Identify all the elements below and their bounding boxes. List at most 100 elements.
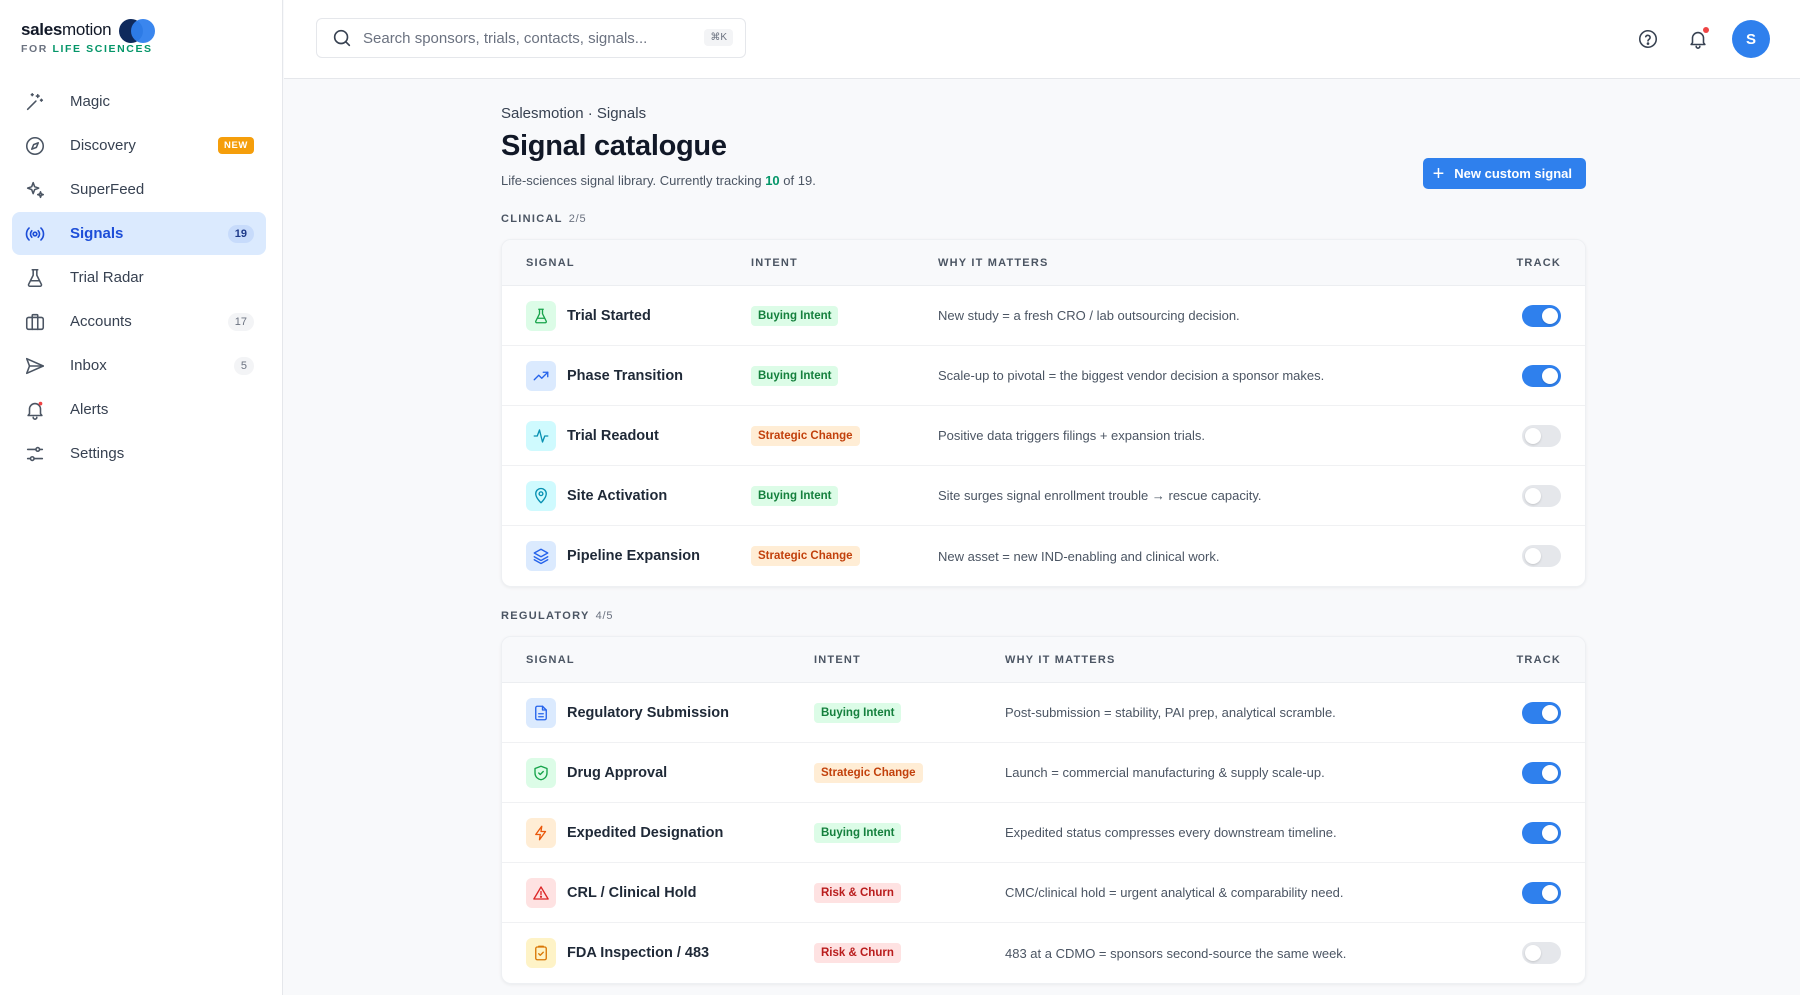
track-toggle[interactable]	[1522, 545, 1561, 567]
count-badge: 17	[227, 312, 254, 331]
section-count: 2/5	[568, 213, 587, 225]
signal-name: CRL / Clinical Hold	[567, 884, 697, 901]
sidebar-item-label: Signals	[70, 225, 124, 242]
table-row[interactable]: Expedited Designation Buying Intent Expe…	[502, 803, 1585, 863]
table-header: SIGNAL INTENT WHY IT MATTERS TRACK	[502, 240, 1585, 286]
column-header-intent: INTENT	[751, 256, 798, 269]
sidebar-item-discovery[interactable]: Discovery NEW	[12, 124, 266, 167]
signal-name: FDA Inspection / 483	[567, 945, 710, 961]
layers-icon	[526, 541, 556, 571]
signal-name: Expedited Designation	[567, 824, 724, 841]
why-text: CMC/clinical hold = urgent analytical & …	[1005, 885, 1344, 900]
top-actions: S	[1618, 19, 1770, 59]
sidebar-item-trial-radar[interactable]: Trial Radar	[12, 256, 266, 299]
signal-name: Phase Transition	[567, 367, 684, 384]
track-toggle[interactable]	[1522, 364, 1561, 387]
intent-badge: Buying Intent	[751, 365, 839, 386]
warning-triangle-icon	[526, 877, 556, 908]
map-pin-icon	[526, 480, 556, 511]
track-toggle[interactable]	[1522, 484, 1561, 507]
search-icon	[333, 29, 351, 47]
sidebar-item-accounts[interactable]: Accounts 17	[12, 300, 266, 343]
table-row[interactable]: Drug Approval Strategic Change Launch = …	[502, 743, 1585, 803]
why-text: Site surges signal enrollment trouble → …	[938, 488, 1262, 503]
sidebar-item-signals[interactable]: Signals 19	[12, 212, 266, 255]
table-row[interactable]: Phase Transition Buying Intent Scale-up …	[502, 346, 1585, 406]
logo-subtitle: FOR LIFE SCIENCES	[21, 43, 153, 55]
intent-badge: Risk & Churn	[814, 882, 901, 903]
signal-name: Drug Approval	[567, 764, 668, 781]
sidebar-item-label: Alerts	[70, 401, 109, 418]
sidebar-item-magic[interactable]: Magic	[12, 80, 266, 123]
sidebar: salesmotion FOR LIFE SCIENCES Magic Disc…	[0, 0, 283, 995]
column-header-track: TRACK	[1516, 653, 1561, 666]
table-row[interactable]: Site Activation Buying Intent Site surge…	[502, 466, 1585, 526]
user-avatar[interactable]: S	[1732, 20, 1770, 58]
column-header-intent: INTENT	[814, 653, 861, 666]
plus-icon: +	[1432, 162, 1445, 185]
bell-alert-icon	[24, 399, 46, 421]
why-text: Expedited status compresses every downst…	[1005, 825, 1337, 840]
column-header-signal: SIGNAL	[526, 256, 575, 269]
logo-mark-icon	[119, 19, 155, 43]
why-text: New asset = new IND-enabling and clinica…	[938, 548, 1220, 564]
track-toggle[interactable]	[1522, 761, 1561, 784]
sidebar-item-label: Accounts	[70, 313, 132, 330]
help-button[interactable]	[1628, 19, 1668, 59]
broadcast-icon	[24, 223, 46, 245]
track-toggle[interactable]	[1522, 881, 1561, 904]
sliders-icon	[24, 443, 46, 465]
tracking-count: 10	[765, 173, 780, 188]
table-row[interactable]: Pipeline Expansion Strategic Change New …	[502, 526, 1585, 586]
track-toggle[interactable]	[1522, 821, 1561, 844]
flask-icon	[24, 267, 46, 289]
table-row[interactable]: Trial Readout Strategic Change Positive …	[502, 406, 1585, 466]
column-header-track: TRACK	[1516, 256, 1561, 269]
sidebar-item-settings[interactable]: Settings	[12, 432, 266, 475]
document-icon	[526, 697, 556, 728]
column-header-why: WHY IT MATTERS	[938, 256, 1049, 269]
sparkle-wand-icon	[24, 91, 46, 113]
search-input[interactable]	[363, 29, 693, 47]
intent-badge: Risk & Churn	[814, 943, 901, 963]
column-header-why: WHY IT MATTERS	[1005, 653, 1116, 666]
briefcase-icon	[24, 311, 46, 333]
track-toggle[interactable]	[1522, 304, 1561, 327]
sidebar-item-inbox[interactable]: Inbox 5	[12, 344, 266, 387]
sidebar-item-alerts[interactable]: Alerts	[12, 388, 266, 431]
signal-name: Trial Started	[567, 307, 651, 324]
search-shortcut-hint: ⌘K	[704, 29, 733, 46]
count-badge: 19	[227, 224, 254, 243]
section-header-regulatory: REGULATORY 4/5	[501, 610, 614, 622]
track-toggle[interactable]	[1522, 424, 1561, 447]
signal-table-regulatory: SIGNAL INTENT WHY IT MATTERS TRACK Regul…	[501, 636, 1586, 984]
track-toggle[interactable]	[1522, 701, 1561, 724]
logo[interactable]: salesmotion FOR LIFE SCIENCES	[21, 19, 155, 55]
main-content: Salesmotion · Signals Signal catalogue L…	[501, 105, 1586, 984]
help-circle-icon	[1638, 29, 1658, 49]
intent-badge: Strategic Change	[751, 546, 860, 566]
sidebar-item-superfeed[interactable]: SuperFeed	[12, 168, 266, 211]
send-icon	[24, 355, 46, 377]
notifications-button[interactable]	[1678, 19, 1718, 59]
column-header-signal: SIGNAL	[526, 653, 575, 666]
search-box[interactable]: ⌘K	[316, 18, 746, 58]
table-row[interactable]: CRL / Clinical Hold Risk & Churn CMC/cli…	[502, 863, 1585, 923]
sidebar-item-label: SuperFeed	[70, 181, 145, 198]
signal-name: Trial Readout	[567, 427, 659, 444]
track-toggle[interactable]	[1522, 942, 1561, 964]
page-title: Signal catalogue	[501, 130, 727, 162]
top-bar: ⌘K S	[284, 0, 1800, 79]
new-badge: NEW	[218, 137, 254, 154]
table-row[interactable]: Trial Started Buying Intent New study = …	[502, 286, 1585, 346]
count-badge: 5	[233, 356, 254, 375]
section-header-clinical: CLINICAL 2/5	[501, 213, 587, 225]
intent-badge: Buying Intent	[814, 822, 902, 843]
table-row[interactable]: Regulatory Submission Buying Intent Post…	[502, 683, 1585, 743]
compass-icon	[24, 135, 46, 157]
signal-name: Regulatory Submission	[567, 704, 729, 721]
table-row[interactable]: FDA Inspection / 483 Risk & Churn 483 at…	[502, 923, 1585, 983]
intent-badge: Strategic Change	[751, 425, 860, 446]
sidebar-item-label: Magic	[70, 93, 111, 110]
new-custom-signal-button[interactable]: + New custom signal	[1422, 158, 1586, 189]
